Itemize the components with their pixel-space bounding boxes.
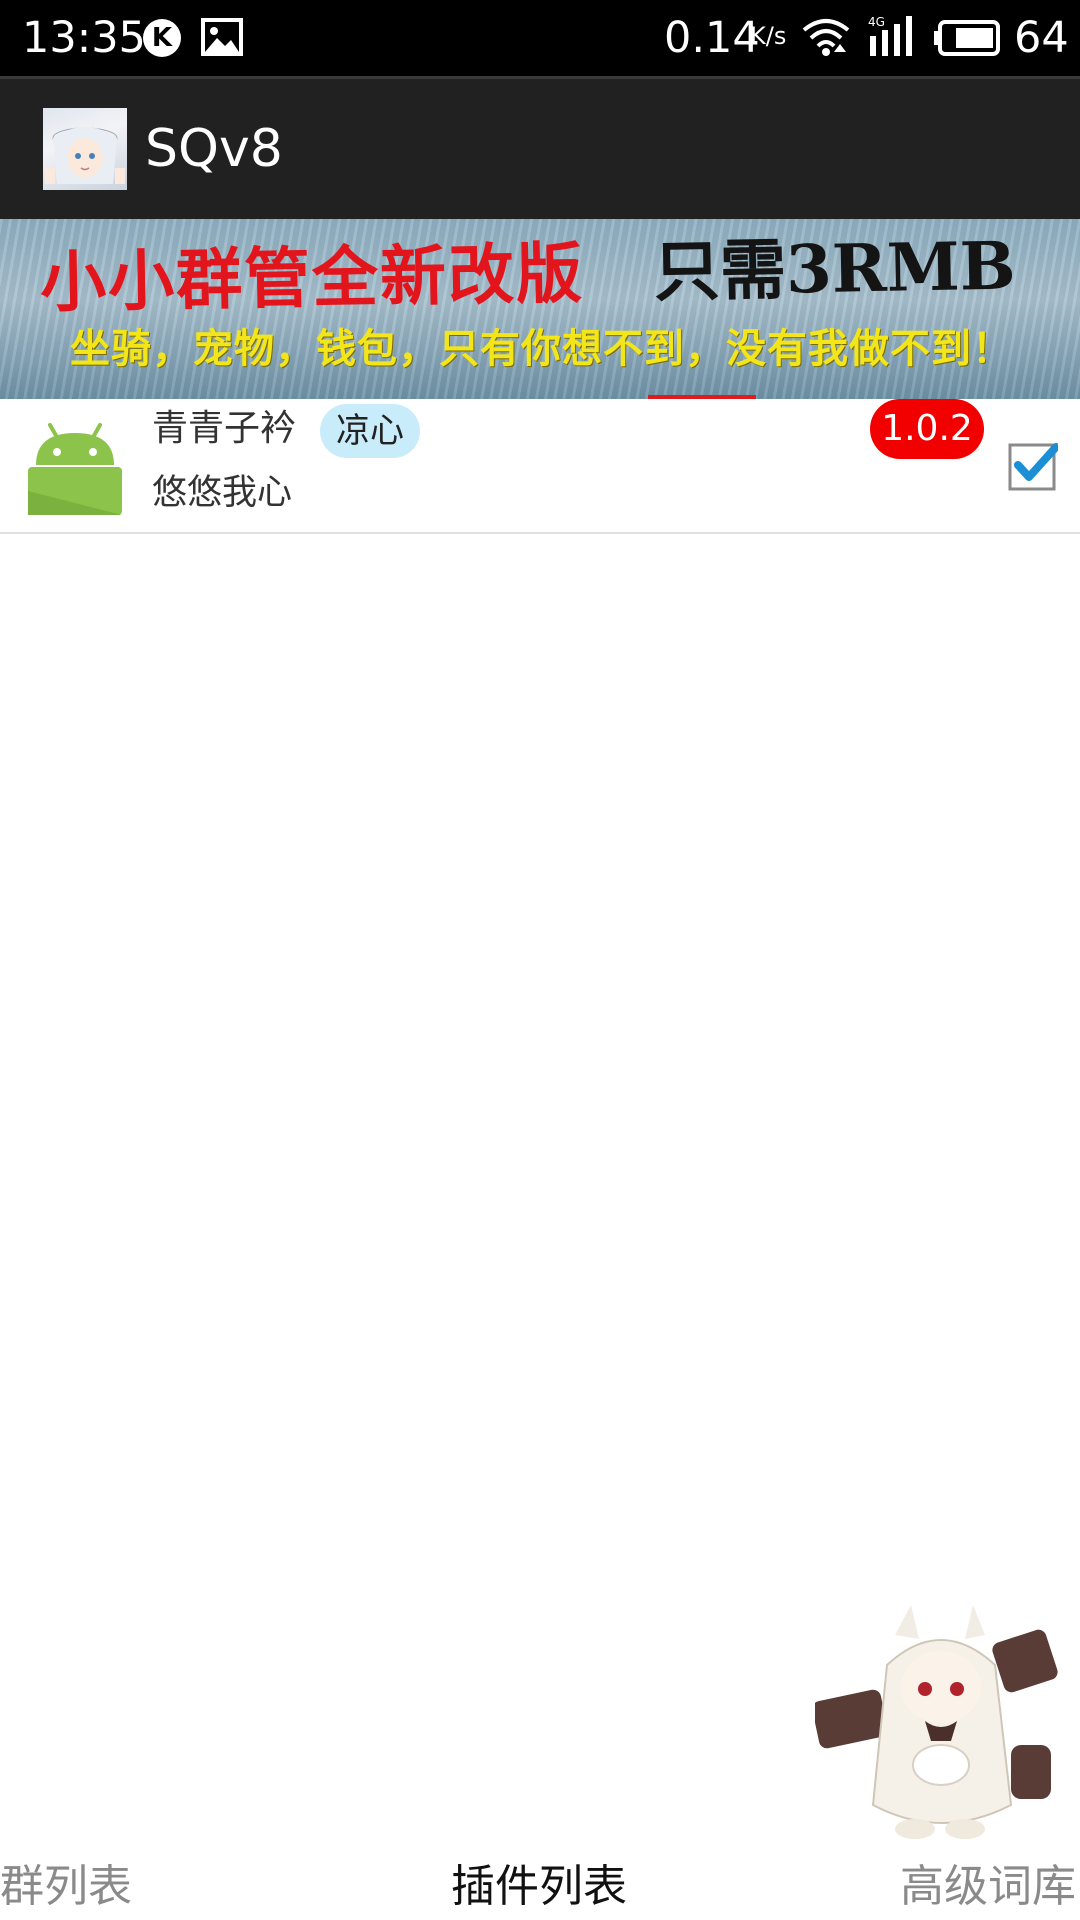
plugin-list-item[interactable]: 青青子衿 凉心 悠悠我心 1.0.2 [0, 399, 1080, 534]
mascot-image[interactable] [815, 1605, 1080, 1845]
tab-group-list[interactable]: 群列表 [0, 1855, 132, 1919]
network-speed-unit: K/s [750, 22, 787, 50]
battery-icon [934, 20, 1000, 56]
battery-level: 64 [1014, 13, 1069, 63]
network-speed: 0.14 [664, 13, 760, 63]
promo-banner[interactable]: 小小群管全新改版 只需3RMB 坐骑，宠物，钱包，只有你想不到，没有我做不到！ [0, 219, 1080, 399]
banner-headline: 小小群管全新改版 只需3RMB [39, 224, 1016, 323]
status-bar: 13:35 K 0.14 K/s 4G 64 [0, 0, 1080, 76]
app-avatar[interactable] [43, 108, 127, 190]
plugin-author-tag: 凉心 [320, 404, 420, 458]
signal-icon: 4G [868, 15, 912, 56]
banner-headline-red: 小小群管全新改版 [39, 234, 585, 322]
avatar-image [45, 127, 125, 184]
android-icon [28, 423, 122, 515]
app-bar: SQv8 [0, 76, 1080, 219]
version-badge: 1.0.2 [870, 399, 984, 459]
network-type-label: 4G [868, 15, 885, 29]
bottom-tab-bar: 群列表 插件列表 高级词库 [0, 1855, 1080, 1920]
tab-advanced-lexicon[interactable]: 高级词库 [900, 1855, 1076, 1919]
app-title: SQv8 [145, 119, 283, 179]
wifi-icon [802, 19, 850, 56]
checkbox-icon[interactable] [1008, 441, 1058, 491]
banner-headline-price: 只需3RMB [653, 226, 1017, 311]
plugin-description: 悠悠我心 [152, 473, 293, 513]
k-app-icon: K [143, 19, 181, 57]
plugin-name: 青青子衿 [152, 408, 297, 449]
banner-subline: 坐骑，宠物，钱包，只有你想不到，没有我做不到！ [70, 325, 1013, 372]
tab-plugin-list[interactable]: 插件列表 [451, 1855, 627, 1919]
status-time: 13:35 [22, 13, 146, 63]
image-icon [201, 18, 243, 56]
